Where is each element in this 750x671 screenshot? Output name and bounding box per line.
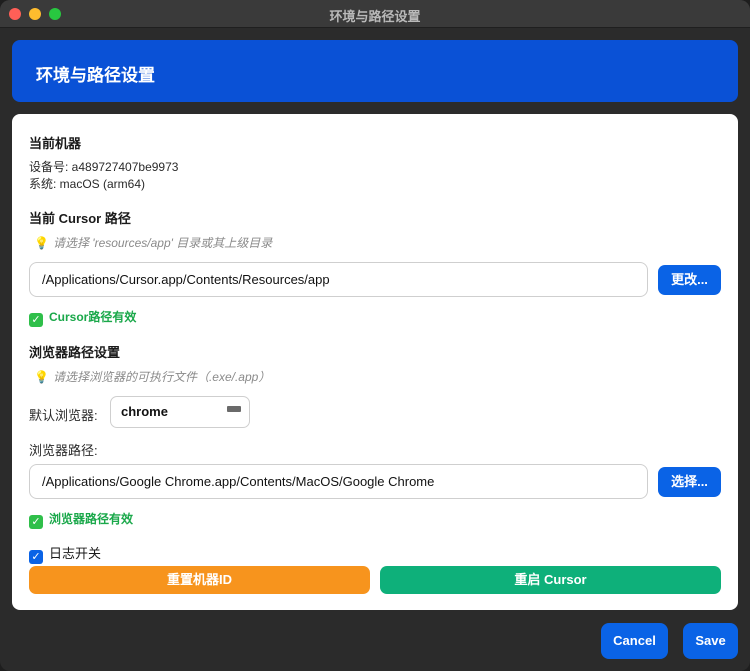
- cursor-path-heading: 当前 Cursor 路径: [29, 211, 131, 226]
- default-browser-value: chrome: [121, 404, 168, 419]
- lightbulb-icon: 💡: [34, 370, 49, 384]
- cursor-path-status-text: Cursor路径有效: [49, 310, 137, 324]
- browser-path-label: 浏览器路径:: [29, 443, 98, 458]
- reset-machine-id-button[interactable]: 重置机器ID: [29, 566, 370, 594]
- system-text: 系统: macOS (arm64): [29, 177, 146, 191]
- dropdown-handle-icon: [227, 406, 241, 412]
- settings-window: 环境与路径设置 环境与路径设置 当前机器 设备号: a489727407be99…: [0, 0, 750, 671]
- lightbulb-icon: 💡: [34, 236, 49, 250]
- check-square-icon: ✓: [29, 313, 43, 327]
- cursor-path-hint-text: 请选择 'resources/app' 目录或其上级目录: [52, 236, 273, 250]
- save-button[interactable]: Save: [683, 623, 738, 659]
- browser-path-input[interactable]: /Applications/Google Chrome.app/Contents…: [29, 464, 648, 499]
- title-bar: 环境与路径设置: [0, 0, 750, 28]
- machine-heading: 当前机器: [29, 136, 82, 151]
- cursor-path-hint: 💡 请选择 'resources/app' 目录或其上级目录: [34, 234, 272, 251]
- browser-hint: 💡 请选择浏览器的可执行文件（.exe/.app）: [34, 368, 270, 385]
- browser-hint-text: 请选择浏览器的可执行文件（.exe/.app）: [52, 370, 271, 384]
- window-title: 环境与路径设置: [329, 9, 421, 24]
- check-square-icon: ✓: [29, 515, 43, 529]
- browser-heading: 浏览器路径设置: [29, 345, 121, 360]
- change-cursor-path-button[interactable]: 更改...: [658, 265, 721, 295]
- checkbox-checked-icon[interactable]: ✓: [29, 550, 43, 564]
- default-browser-select[interactable]: chrome: [110, 396, 250, 428]
- browser-path-status: ✓ 浏览器路径有效: [29, 510, 133, 529]
- log-toggle-label: 日志开关: [49, 546, 102, 561]
- default-browser-label: 默认浏览器:: [29, 408, 98, 423]
- choose-browser-path-button[interactable]: 选择...: [658, 467, 721, 497]
- restart-cursor-button[interactable]: 重启 Cursor: [380, 566, 721, 594]
- cancel-button[interactable]: Cancel: [601, 623, 668, 659]
- settings-panel: 当前机器 设备号: a489727407be9973 系统: macOS (ar…: [12, 114, 738, 610]
- cursor-path-input[interactable]: /Applications/Cursor.app/Contents/Resour…: [29, 262, 648, 297]
- header-banner: 环境与路径设置: [12, 40, 738, 102]
- log-toggle[interactable]: ✓ 日志开关: [29, 543, 101, 564]
- cursor-path-status: ✓ Cursor路径有效: [29, 308, 136, 327]
- browser-path-status-text: 浏览器路径有效: [49, 512, 134, 526]
- page-title: 环境与路径设置: [36, 66, 155, 85]
- device-id-text: 设备号: a489727407be9973: [29, 160, 179, 174]
